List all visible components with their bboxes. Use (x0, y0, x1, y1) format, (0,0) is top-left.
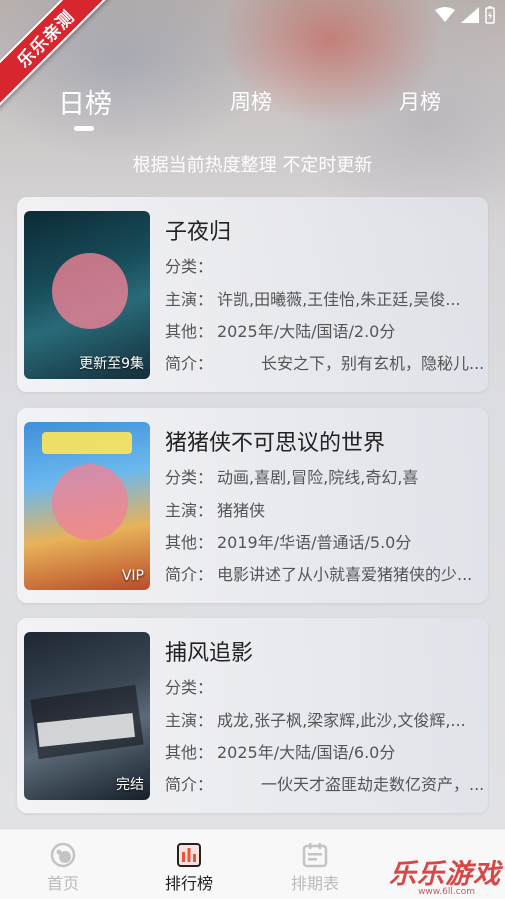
intro-label: 简介： (165, 775, 214, 794)
ranking-tabs: 日榜 周榜 月榜 (0, 86, 505, 126)
poster-figure (52, 253, 128, 329)
other-label: 其他： (165, 322, 214, 341)
ranking-icon (177, 843, 201, 867)
intro-value: 长安之下，别有玄机，隐秘儿... (261, 354, 485, 373)
poster-title-art (42, 432, 132, 454)
tab-indicator (74, 126, 94, 131)
category-label: 分类： (165, 257, 214, 276)
cast-label: 主演： (165, 501, 214, 520)
other-value: 2025年/大陆/国语/2.0分 (217, 322, 396, 341)
poster-image[interactable]: VIP (24, 422, 150, 590)
card-intro: 简介： 电影讲述了从小就喜爱猪猪侠的少... (165, 561, 485, 585)
cast-value: 成龙,张子枫,梁家辉,此沙,文俊辉,... (217, 711, 466, 730)
nav-ranking-label: 排行榜 (164, 874, 213, 893)
home-icon (50, 842, 76, 868)
card-intro: 简介： 一伙天才盗匪劫走数亿资产，... (165, 771, 485, 795)
nav-home-label: 首页 (46, 874, 79, 893)
card-other: 其他： 2025年/大陆/国语/6.0分 (165, 739, 485, 763)
poster-image[interactable]: 完结 (24, 632, 150, 800)
other-value: 2019年/华语/普通话/5.0分 (217, 533, 412, 552)
card-category: 分类： 动画,喜剧,冒险,院线,奇幻,喜 (165, 464, 485, 488)
wifi-icon (435, 7, 455, 22)
battery-icon (485, 6, 495, 24)
list-item[interactable]: 更新至9集 子夜归 分类： 主演： 许凯,田曦薇,王佳怡,朱正廷,吴俊... 其他… (17, 197, 488, 392)
card-intro: 简介： 长安之下，别有玄机，隐秘儿... (165, 350, 485, 374)
card-cast: 主演： 许凯,田曦薇,王佳怡,朱正廷,吴俊... (165, 286, 485, 310)
category-label: 分类： (165, 678, 214, 697)
card-other: 其他： 2025年/大陆/国语/2.0分 (165, 318, 485, 342)
watermark-logo: 乐乐游戏 (389, 859, 501, 890)
poster-badge: 完结 (116, 777, 144, 793)
other-label: 其他： (165, 743, 214, 762)
tab-monthly[interactable]: 月榜 (399, 86, 441, 116)
cast-value: 猪猪侠 (217, 501, 266, 520)
card-cast: 主演： 成龙,张子枫,梁家辉,此沙,文俊辉,... (165, 707, 485, 731)
card-category: 分类： (165, 674, 485, 698)
signal-icon (461, 7, 479, 23)
cast-value: 许凯,田曦薇,王佳怡,朱正廷,吴俊... (217, 290, 461, 309)
tab-daily[interactable]: 日榜 (58, 82, 112, 121)
other-value: 2025年/大陆/国语/6.0分 (217, 743, 396, 762)
intro-label: 简介： (165, 565, 214, 584)
poster-image[interactable]: 更新至9集 (24, 211, 150, 379)
nav-schedule[interactable]: 排期表 (275, 842, 355, 894)
category-value: 动画,喜剧,冒险,院线,奇幻,喜 (217, 468, 419, 487)
card-category: 分类： (165, 253, 485, 277)
watermark-url: www.6ll.com (418, 887, 475, 897)
nav-ranking[interactable]: 排行榜 (149, 842, 229, 894)
category-label: 分类： (165, 468, 214, 487)
tab-weekly[interactable]: 周榜 (230, 86, 272, 116)
list-item[interactable]: VIP 猪猪侠不可思议的世界 分类： 动画,喜剧,冒险,院线,奇幻,喜 主演： 猪猪… (17, 408, 488, 603)
intro-label: 简介： (165, 354, 214, 373)
status-bar (435, 6, 495, 24)
nav-schedule-label: 排期表 (290, 874, 339, 893)
cast-label: 主演： (165, 290, 214, 309)
page-subtitle: 根据当前热度整理 不定时更新 (132, 155, 373, 176)
other-label: 其他： (165, 533, 214, 552)
poster-figure (52, 464, 128, 540)
calendar-icon (302, 843, 328, 868)
nav-home[interactable]: 首页 (23, 842, 103, 894)
card-other: 其他： 2019年/华语/普通话/5.0分 (165, 529, 485, 553)
bottom-nav: 首页 排行榜 排期表 乐乐游戏 www.6ll.com (0, 829, 505, 899)
card-title: 捕风追影 (165, 641, 254, 666)
list-item[interactable]: 完结 捕风追影 分类： 主演： 成龙,张子枫,梁家辉,此沙,文俊辉,... 其他：… (17, 618, 488, 813)
intro-value: 一伙天才盗匪劫走数亿资产，... (261, 775, 485, 794)
cast-label: 主演： (165, 711, 214, 730)
poster-badge: VIP (121, 568, 144, 584)
card-cast: 主演： 猪猪侠 (165, 497, 485, 521)
card-title: 子夜归 (165, 220, 232, 245)
poster-badge: 更新至9集 (79, 356, 144, 372)
intro-value: 电影讲述了从小就喜爱猪猪侠的少... (217, 565, 473, 584)
card-title: 猪猪侠不可思议的世界 (165, 431, 386, 456)
